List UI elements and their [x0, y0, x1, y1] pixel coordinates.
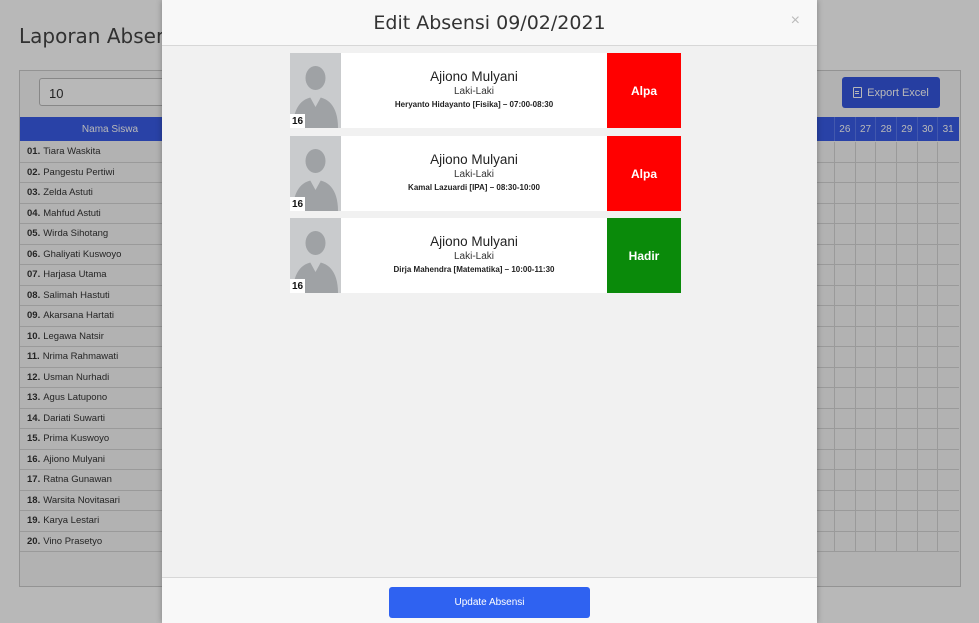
modal-title: Edit Absensi 09/02/2021: [373, 12, 606, 34]
attendance-record-card: 16 Ajiono Mulyani Laki-Laki Kamal Lazuardi …: [290, 136, 681, 211]
modal-footer: Update Absensi: [162, 577, 817, 623]
record-student-name: Ajiono Mulyani: [430, 152, 518, 167]
record-student-name: Ajiono Mulyani: [430, 234, 518, 249]
person-silhouette-icon: 16: [290, 53, 341, 128]
status-toggle-button[interactable]: Alpa: [607, 53, 681, 128]
record-schedule: Heryanto Hidayanto [Fisika] – 07:00-08:3…: [394, 100, 554, 109]
status-toggle-button[interactable]: Hadir: [607, 218, 681, 293]
modal-header: Edit Absensi 09/02/2021 ×: [162, 0, 817, 46]
record-gender: Laki-Laki: [453, 251, 495, 262]
attendance-record-card: 16 Ajiono Mulyani Laki-Laki Heryanto Hidaya…: [290, 53, 681, 128]
close-icon[interactable]: ×: [791, 12, 800, 30]
record-info: Ajiono Mulyani Laki-Laki Kamal Lazuardi [I…: [341, 136, 607, 211]
record-info: Ajiono Mulyani Laki-Laki Dirja Mahendra [M…: [341, 218, 607, 293]
student-number-badge: 16: [290, 114, 306, 128]
page: Laporan Absensi 10 × Export Excel Nama S…: [0, 0, 979, 623]
update-attendance-button[interactable]: Update Absensi: [389, 587, 590, 618]
attendance-record-card: 16 Ajiono Mulyani Laki-Laki Dirja Mahendra …: [290, 218, 681, 293]
record-gender: Laki-Laki: [453, 86, 495, 97]
edit-attendance-modal: Edit Absensi 09/02/2021 × 16 Ajiono Mulya…: [162, 0, 817, 623]
record-schedule: Kamal Lazuardi [IPA] – 08:30-10:00: [408, 183, 540, 192]
record-schedule: Dirja Mahendra [Matematika] – 10:00-11:3…: [393, 265, 555, 274]
person-silhouette-icon: 16: [290, 218, 341, 293]
record-gender: Laki-Laki: [453, 169, 495, 180]
record-info: Ajiono Mulyani Laki-Laki Heryanto Hidayant…: [341, 53, 607, 128]
record-student-name: Ajiono Mulyani: [430, 69, 518, 84]
student-number-badge: 16: [290, 279, 306, 293]
student-number-badge: 16: [290, 197, 306, 211]
person-silhouette-icon: 16: [290, 136, 341, 211]
status-toggle-button[interactable]: Alpa: [607, 136, 681, 211]
